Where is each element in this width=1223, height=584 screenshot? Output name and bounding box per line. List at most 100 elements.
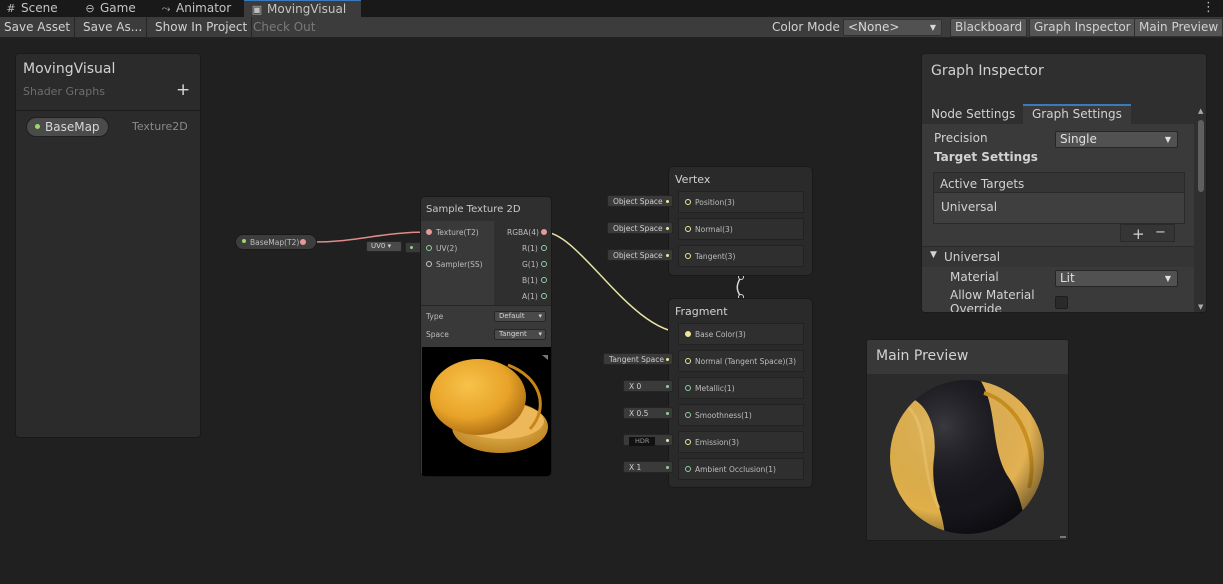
vertex-master-node[interactable]: Vertex Position(3) Normal(3) Tangent(3) [668, 166, 813, 276]
connector-dot [666, 439, 669, 442]
connector-dot [666, 227, 669, 230]
chevron-down-icon: ▼ [1164, 135, 1171, 144]
slot-label: Smoothness(1) [695, 411, 752, 420]
space-value: Tangent [499, 330, 527, 338]
uv-connector-dot [410, 246, 413, 249]
slot-label: Normal (Tangent Space)(3) [695, 357, 796, 366]
vertex-slot-position: Position(3) [678, 191, 804, 213]
connector-dot [666, 385, 669, 388]
edge-vertex-fragment [736, 276, 742, 298]
uv-channel-dropdown[interactable]: UV0 ▾ [366, 241, 402, 252]
slot-label: Metallic(1) [695, 384, 735, 393]
tangent-pin[interactable] [685, 253, 691, 259]
metallic-pin[interactable] [685, 385, 691, 391]
normal-tangent-space-input[interactable]: Tangent Space [603, 353, 673, 365]
property-basemap[interactable]: BaseMap [26, 117, 109, 137]
texture-output-pin[interactable] [300, 239, 306, 245]
target-item-universal[interactable]: Universal [941, 200, 997, 214]
sampler-input-pin[interactable] [426, 261, 432, 267]
input-value: X 1 [629, 463, 642, 472]
fragment-slot-smoothness: Smoothness(1) [678, 404, 804, 426]
precision-dropdown[interactable]: Single ▼ [1055, 131, 1178, 148]
material-dropdown[interactable]: Lit ▼ [1055, 270, 1178, 287]
tab-graph-settings[interactable]: Graph Settings [1023, 104, 1131, 124]
connector-dot [666, 466, 669, 469]
normal-ts-pin[interactable] [685, 358, 691, 364]
emission-hdr-input[interactable]: HDR [623, 434, 673, 446]
type-dropdown[interactable]: Default ▾ [494, 311, 546, 322]
resize-handle-icon[interactable] [1060, 536, 1066, 538]
a-output-pin[interactable] [541, 293, 547, 299]
universal-section-label: Universal [944, 250, 1001, 264]
b-output-pin[interactable] [541, 277, 547, 283]
scrollbar-thumb[interactable] [1198, 120, 1204, 192]
position-space-input[interactable]: Object Space [607, 195, 673, 207]
fragment-slot-normal: Normal (Tangent Space)(3) [678, 350, 804, 372]
property-name: BaseMap [45, 120, 100, 134]
active-targets-label: Active Targets [940, 177, 1025, 191]
base-color-pin[interactable] [685, 331, 691, 337]
slot-label: Position(3) [695, 198, 735, 207]
normal-pin[interactable] [685, 226, 691, 232]
normal-space-input[interactable]: Object Space [607, 222, 673, 234]
ambient-occlusion-value-input[interactable]: X 1 [623, 461, 673, 473]
slot-label: Tangent(3) [695, 252, 736, 261]
slot-label: Base Color(3) [695, 330, 746, 339]
space-dropdown[interactable]: Tangent ▾ [494, 329, 546, 340]
inspector-title: Graph Inspector [931, 63, 1044, 79]
g-output-pin[interactable] [541, 261, 547, 267]
scroll-down-icon[interactable]: ▼ [1198, 303, 1203, 311]
precision-value: Single [1060, 132, 1097, 146]
add-property-button[interactable]: + [176, 80, 190, 100]
basemap-node-label: BaseMap(T2) [250, 238, 300, 247]
add-target-button[interactable]: + [1132, 225, 1145, 243]
tangent-space-input[interactable]: Object Space [607, 249, 673, 261]
ambient-occlusion-pin[interactable] [685, 466, 691, 472]
slot-label: Ambient Occlusion(1) [695, 465, 776, 474]
type-label: Type [426, 312, 444, 321]
smoothness-value-input[interactable]: X 0.5 [623, 407, 673, 419]
position-pin[interactable] [685, 199, 691, 205]
r-output-pin[interactable] [541, 245, 547, 251]
tab-node-settings[interactable]: Node Settings [922, 104, 1024, 124]
port-r: R(1) [522, 244, 538, 253]
remove-target-button[interactable]: − [1155, 225, 1166, 240]
type-value: Default [499, 312, 525, 320]
chevron-down-icon: ▼ [1164, 274, 1171, 283]
connector-dot [666, 412, 669, 415]
fragment-slot-emission: Emission(3) [678, 431, 804, 453]
port-b: B(1) [522, 276, 538, 285]
input-value: Object Space [613, 251, 663, 260]
graph-inspector-panel: Graph Inspector Node Settings Graph Sett… [921, 53, 1207, 313]
smoothness-pin[interactable] [685, 412, 691, 418]
uv-value: UV0 [371, 242, 386, 250]
foldout-arrow-icon: ▼ [930, 250, 937, 260]
preview-sphere[interactable] [889, 378, 1049, 538]
metallic-value-input[interactable]: X 0 [623, 380, 673, 392]
property-dot-icon [35, 124, 40, 129]
port-uv: UV(2) [436, 244, 458, 253]
texture-input-pin[interactable] [426, 229, 432, 235]
rgba-output-pin[interactable] [541, 229, 547, 235]
blackboard-subtitle: Shader Graphs [23, 85, 105, 98]
input-value: X 0.5 [629, 409, 649, 418]
input-value: X 0 [629, 382, 642, 391]
chevron-down-icon: ▾ [538, 312, 542, 320]
port-sampler: Sampler(SS) [436, 260, 483, 269]
blackboard-panel: MovingVisual Shader Graphs + BaseMap Tex… [15, 53, 201, 438]
fragment-master-node[interactable]: Fragment Base Color(3) Normal (Tangent S… [668, 298, 813, 488]
vertex-slot-normal: Normal(3) [678, 218, 804, 240]
precision-label: Precision [934, 131, 988, 145]
input-value: Object Space [613, 197, 663, 206]
property-dot-icon [242, 239, 246, 243]
chevron-down-icon: ▾ [538, 330, 542, 338]
universal-foldout[interactable]: ▼ Universal [922, 247, 1194, 267]
scroll-up-icon[interactable]: ▲ [1198, 107, 1203, 115]
slot-label: Normal(3) [695, 225, 733, 234]
allow-override-label: Allow Material [950, 288, 1035, 302]
allow-override-checkbox[interactable] [1055, 296, 1068, 309]
basemap-property-node[interactable]: BaseMap(T2) [235, 234, 317, 250]
uv-input-pin[interactable] [426, 245, 432, 251]
emission-pin[interactable] [685, 439, 691, 445]
sample-texture-2d-node[interactable]: Sample Texture 2D Texture(T2) UV(2) Samp… [420, 196, 552, 477]
